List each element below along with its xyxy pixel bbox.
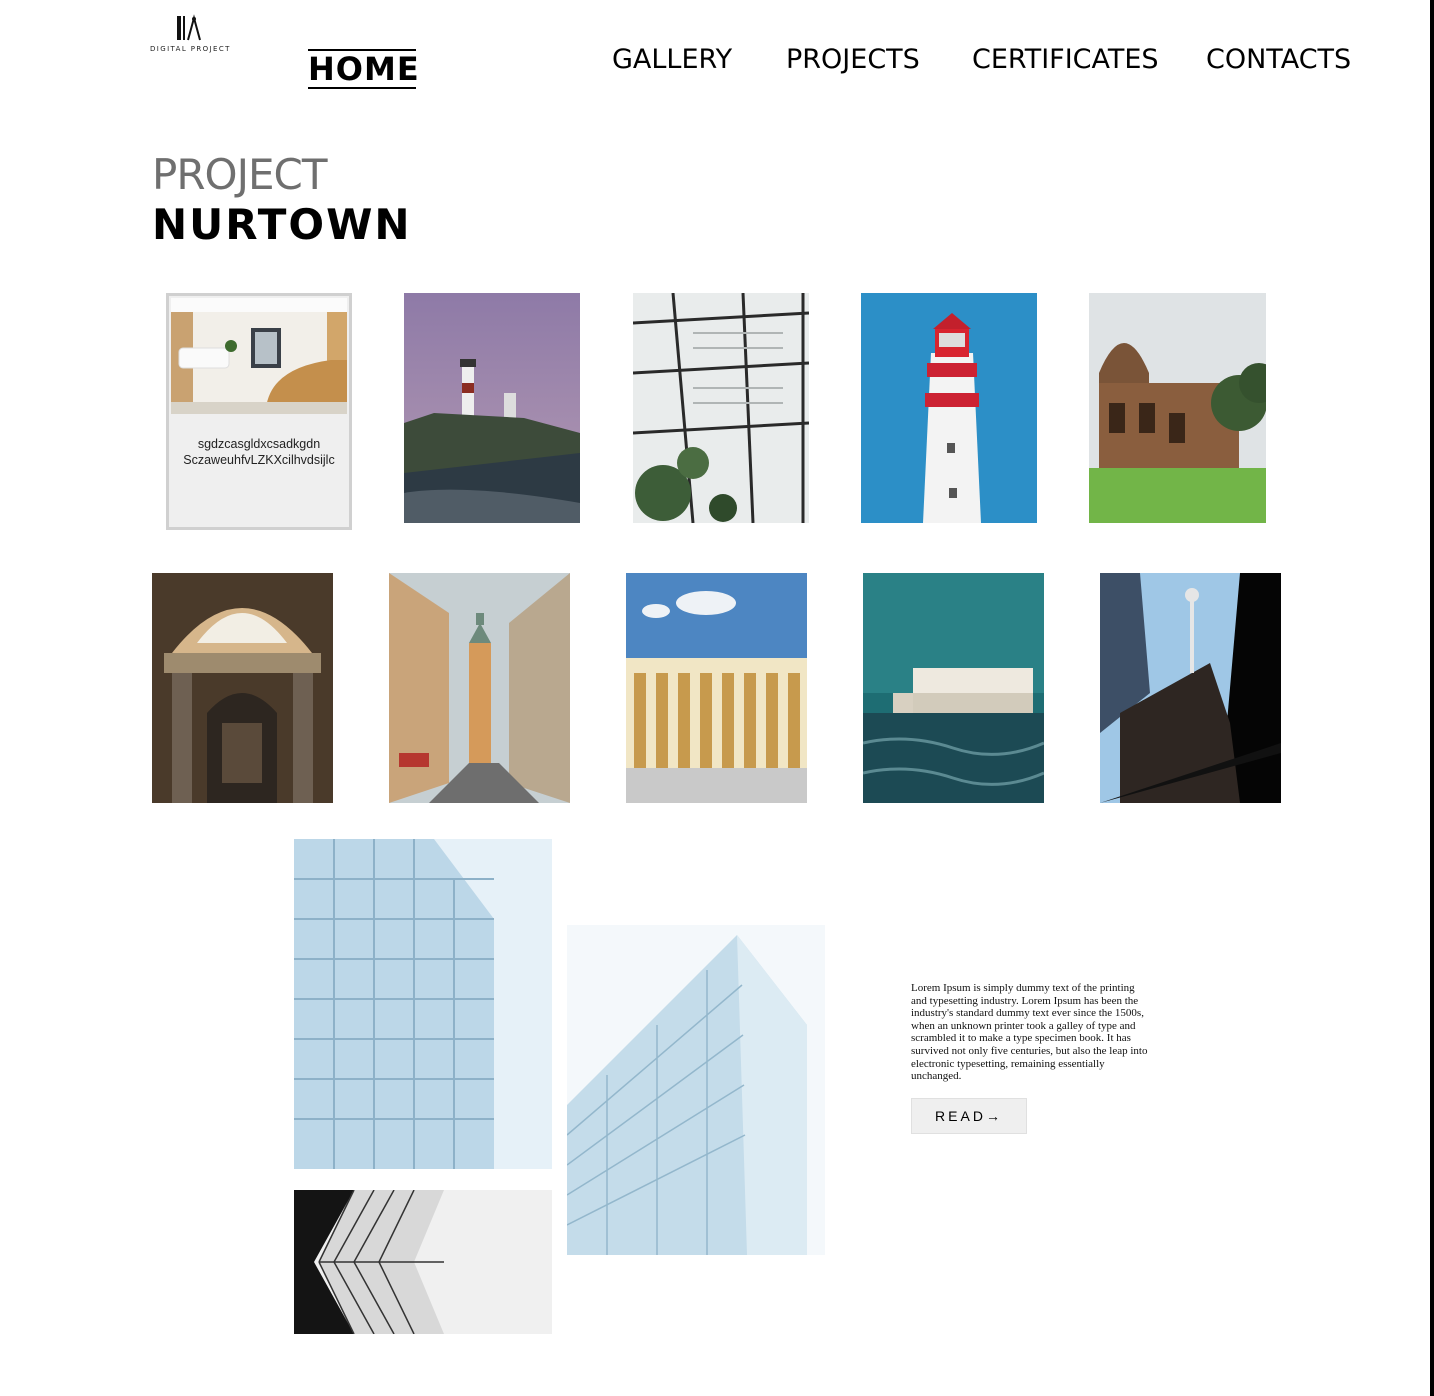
photo-church-interior[interactable] xyxy=(152,573,333,803)
read-button[interactable]: READ→ xyxy=(911,1098,1027,1134)
card-photo-reception xyxy=(171,298,347,414)
nav-gallery[interactable]: GALLERY xyxy=(612,40,732,80)
project-card[interactable]: sgdzcasgldxcsadkgdn SczaweuhfvLZKXcilhvd… xyxy=(166,293,352,530)
nav-contacts[interactable]: CONTACTS xyxy=(1206,40,1351,80)
card-caption-line1: sgdzcasgldxcsadkgdn xyxy=(197,437,321,451)
photo-mirror-building[interactable] xyxy=(294,1190,552,1334)
photo-colonnade-building[interactable] xyxy=(626,573,807,803)
card-caption: sgdzcasgldxcsadkgdn SczaweuhfvLZKXcilhvd… xyxy=(169,436,349,468)
photo-lighthouse-dusk[interactable] xyxy=(404,293,580,523)
feature-description: Lorem Ipsum is simply dummy text of the … xyxy=(911,982,1148,1083)
photo-glass-facade-corner[interactable] xyxy=(567,925,825,1255)
photo-red-white-lighthouse[interactable] xyxy=(861,293,1037,523)
photo-glass-facade-tall[interactable] xyxy=(294,839,552,1169)
logo-mark-icon xyxy=(177,14,201,41)
nav-home[interactable]: HOME xyxy=(308,49,419,89)
photo-tower-skyscrapers[interactable] xyxy=(1100,573,1281,803)
logo[interactable]: DIGITAL PROJECT xyxy=(150,14,231,64)
page-title: NURTOWN xyxy=(152,200,412,249)
photo-greenhouse-roof[interactable] xyxy=(633,293,809,523)
logo-text: DIGITAL PROJECT xyxy=(150,45,231,53)
page-title-prefix: PROJECT xyxy=(152,150,327,199)
photo-venice-palace[interactable] xyxy=(863,573,1044,803)
right-edge-bar xyxy=(1430,0,1434,1396)
nav-projects[interactable]: PROJECTS xyxy=(786,40,920,80)
card-caption-line2: SczaweuhfvLZKXcilhvdsijlc xyxy=(183,453,335,467)
photo-mughal-tomb[interactable] xyxy=(1089,293,1266,523)
photo-old-town-street[interactable] xyxy=(389,573,570,803)
nav-certificates[interactable]: CERTIFICATES xyxy=(972,40,1159,80)
